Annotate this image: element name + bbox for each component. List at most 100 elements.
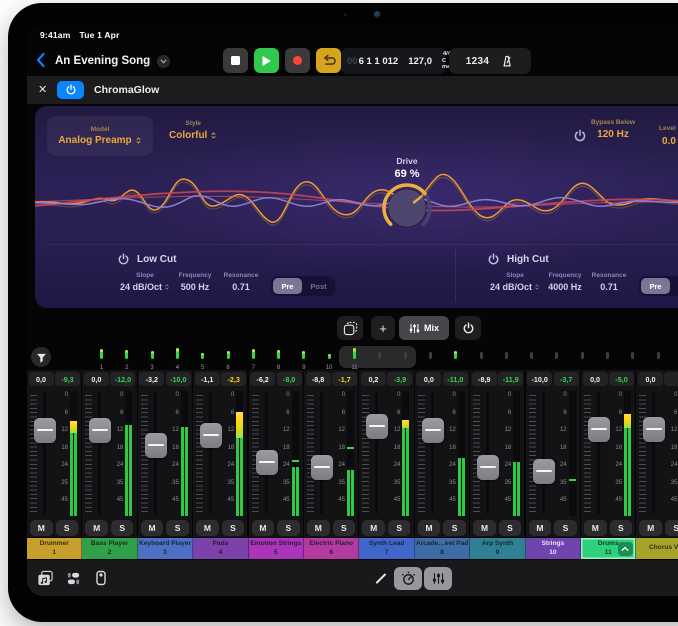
track-name-chip[interactable]: Emotion Strings 5 [249, 538, 304, 559]
mute-button[interactable]: M [85, 520, 108, 536]
volume-fader[interactable] [422, 418, 444, 443]
solo-button[interactable]: S [665, 520, 678, 536]
mute-button[interactable]: M [141, 520, 164, 536]
drive-knob[interactable] [379, 180, 435, 236]
mute-button[interactable]: M [196, 520, 219, 536]
count-in-button[interactable]: 1234 [466, 56, 489, 67]
solo-button[interactable]: S [443, 520, 466, 536]
track-name-chip[interactable]: Bass Player 2 [82, 538, 137, 559]
level-value[interactable]: 0.0 [639, 136, 678, 147]
overview-track-20[interactable] [570, 346, 595, 368]
overview-track-2[interactable]: 2 [114, 346, 139, 368]
pre-button[interactable]: Pre [273, 278, 302, 294]
add-track-button[interactable]: + [371, 316, 395, 340]
post-button[interactable]: Post [672, 278, 678, 294]
close-icon[interactable]: ✕ [38, 83, 47, 96]
plugins-button[interactable] [64, 569, 82, 587]
stop-button[interactable] [223, 48, 248, 73]
solo-button[interactable]: S [610, 520, 633, 536]
overview-track-18[interactable] [519, 346, 544, 368]
solo-button[interactable]: S [333, 520, 356, 536]
chevron-up-icon[interactable] [618, 542, 633, 556]
low-cut-power-button[interactable] [117, 253, 130, 271]
volume-fader[interactable] [643, 417, 665, 442]
mute-button[interactable]: M [307, 520, 330, 536]
overview-track-13[interactable] [393, 346, 418, 368]
volume-fader[interactable] [477, 455, 499, 480]
volume-fader[interactable] [200, 423, 222, 448]
volume-fader[interactable] [588, 417, 610, 442]
controls-view-button[interactable] [394, 567, 422, 590]
solo-button[interactable]: S [277, 520, 300, 536]
overview-track-4[interactable]: 4 [165, 346, 190, 368]
overview-track-14[interactable] [418, 346, 443, 368]
overview-track-1[interactable]: 1 [89, 346, 114, 368]
overview-track-10[interactable]: 10 [317, 346, 342, 368]
track-name-chip[interactable]: Synth Lead 7 [359, 538, 414, 559]
high-cut-resonance[interactable]: Resonance 0.71 [579, 272, 639, 292]
pre-button[interactable]: Pre [641, 278, 670, 294]
song-title-menu[interactable]: An Evening Song [55, 49, 170, 73]
mute-button[interactable]: M [473, 520, 496, 536]
overview-track-9[interactable]: 9 [291, 346, 316, 368]
solo-button[interactable]: S [166, 520, 189, 536]
volume-fader[interactable] [89, 418, 111, 443]
solo-button[interactable]: S [222, 520, 245, 536]
solo-button[interactable]: S [111, 520, 134, 536]
channel-strip-button[interactable] [92, 569, 110, 587]
overview-track-15[interactable] [443, 346, 468, 368]
track-name-chip[interactable]: Keyboard Player 3 [138, 538, 193, 559]
pencil-tool-button[interactable] [372, 569, 390, 587]
duplicate-button[interactable] [337, 316, 363, 340]
mute-button[interactable]: M [418, 520, 441, 536]
volume-fader[interactable] [311, 455, 333, 480]
volume-fader[interactable] [256, 450, 278, 475]
overview-track-19[interactable] [544, 346, 569, 368]
mute-button[interactable]: M [584, 520, 607, 536]
track-name-chip[interactable]: Electric Piano 6 [304, 538, 359, 559]
metronome-icon[interactable] [500, 54, 514, 68]
solo-button[interactable]: S [499, 520, 522, 536]
overview-track-23[interactable] [646, 346, 671, 368]
loop-browser-button[interactable] [36, 569, 54, 587]
track-name-chip[interactable]: Drummer 1 [27, 538, 82, 559]
record-button[interactable] [285, 48, 310, 73]
track-name-chip[interactable]: Chorus V [636, 538, 678, 559]
overview-track-6[interactable]: 6 [216, 346, 241, 368]
faders-view-button[interactable] [424, 567, 452, 590]
overview-track-5[interactable]: 5 [190, 346, 215, 368]
mixer-power-button[interactable] [455, 316, 481, 340]
model-selector[interactable]: Model Analog Preamp [47, 116, 153, 156]
volume-fader[interactable] [533, 459, 555, 484]
mute-button[interactable]: M [639, 520, 662, 536]
overview-track-17[interactable] [494, 346, 519, 368]
song-disclosure-button[interactable] [157, 55, 170, 68]
back-button[interactable] [35, 51, 51, 69]
track-name-chip[interactable]: Strings 10 [526, 538, 581, 559]
overview-track-21[interactable] [595, 346, 620, 368]
play-button[interactable] [254, 48, 279, 73]
overview-track-12[interactable] [367, 346, 392, 368]
mix-view-button[interactable]: Mix [399, 316, 449, 340]
mute-button[interactable]: M [529, 520, 552, 536]
cycle-button[interactable] [316, 48, 341, 73]
filter-button[interactable] [31, 347, 51, 367]
mute-button[interactable]: M [252, 520, 275, 536]
solo-button[interactable]: S [388, 520, 411, 536]
track-name-chip[interactable]: Drums 11 [581, 538, 636, 559]
solo-button[interactable]: S [554, 520, 577, 536]
volume-fader[interactable] [34, 418, 56, 443]
post-button[interactable]: Post [304, 278, 333, 294]
high-cut-power-button[interactable] [487, 253, 500, 271]
style-selector[interactable]: Style Colorful [169, 120, 217, 141]
track-overview-strip[interactable]: 1234567891011 [27, 346, 678, 368]
overview-track-16[interactable] [469, 346, 494, 368]
overview-track-22[interactable] [620, 346, 645, 368]
overview-track-8[interactable]: 8 [266, 346, 291, 368]
mute-button[interactable]: M [30, 520, 53, 536]
track-name-chip[interactable]: Pads 4 [193, 538, 248, 559]
solo-button[interactable]: S [56, 520, 79, 536]
overview-track-7[interactable]: 7 [241, 346, 266, 368]
volume-fader[interactable] [366, 414, 388, 439]
low-cut-resonance[interactable]: Resonance 0.71 [211, 272, 271, 292]
